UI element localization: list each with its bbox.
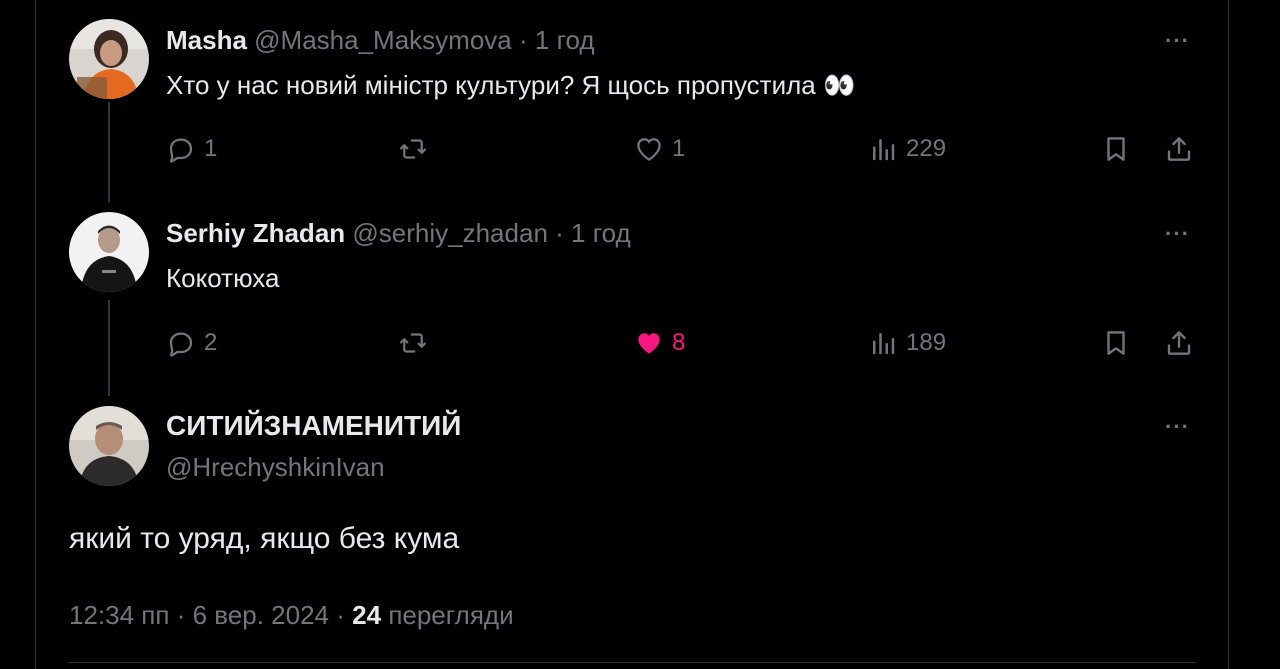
like-count: 8 xyxy=(672,329,686,356)
author-handle[interactable]: @serhiy_zhadan xyxy=(352,218,548,248)
tweet-date[interactable]: 6 вер. 2024 xyxy=(193,600,329,630)
avatar[interactable] xyxy=(69,406,149,486)
conversation-column: Masha @Masha_Maksymova · 1 год ··· Хто у… xyxy=(35,0,1229,669)
tweet-header: Serhiy Zhadan @serhiy_zhadan · 1 год xyxy=(166,218,631,249)
repost-icon xyxy=(398,134,428,164)
author-handle[interactable]: @Masha_Maksymova xyxy=(254,25,512,55)
heart-filled-icon xyxy=(634,328,664,358)
more-options-icon[interactable]: ··· xyxy=(1165,221,1190,247)
author-name[interactable]: Serhiy Zhadan xyxy=(166,218,345,248)
share-action[interactable] xyxy=(1164,134,1194,164)
tweet-header: Masha @Masha_Maksymova · 1 год xyxy=(166,25,595,56)
tweet-text: Хто у нас новий міністр культури? Я щось… xyxy=(166,70,856,100)
heart-icon xyxy=(634,134,664,164)
timestamp[interactable]: 1 год xyxy=(571,218,631,248)
repost-action[interactable] xyxy=(398,328,436,358)
bookmark-action[interactable] xyxy=(1101,134,1131,164)
like-count: 1 xyxy=(672,135,686,162)
author-name[interactable]: СИТИЙЗНАМЕНИТИЙ xyxy=(166,410,461,442)
share-icon xyxy=(1164,134,1194,164)
views-count: 229 xyxy=(906,135,947,162)
views-count: 189 xyxy=(906,329,947,356)
reply-icon xyxy=(166,134,196,164)
like-action[interactable]: 1 xyxy=(634,134,685,164)
share-icon xyxy=(1164,328,1194,358)
reply-icon xyxy=(166,328,196,358)
separator-dot: · xyxy=(176,600,186,630)
separator-dot: · xyxy=(336,600,345,630)
separator-dot: · xyxy=(518,25,528,55)
thread-line xyxy=(108,102,110,202)
bookmark-icon xyxy=(1101,328,1131,358)
bookmark-action[interactable] xyxy=(1101,328,1131,358)
share-action[interactable] xyxy=(1164,328,1194,358)
views-icon xyxy=(868,328,898,358)
thread-line xyxy=(108,300,110,396)
views-icon xyxy=(868,134,898,164)
tweet-text: Кокотюха xyxy=(166,263,280,293)
reply-action[interactable]: 2 xyxy=(166,328,217,358)
views-action[interactable]: 229 xyxy=(868,134,946,164)
reply-action[interactable]: 1 xyxy=(166,134,217,164)
avatar[interactable] xyxy=(69,212,149,292)
more-options-icon[interactable]: ··· xyxy=(1165,414,1190,440)
tweet-time[interactable]: 12:34 пп xyxy=(69,600,169,630)
timestamp[interactable]: 1 год xyxy=(535,25,595,55)
more-options-icon[interactable]: ··· xyxy=(1165,28,1190,54)
avatar[interactable] xyxy=(69,19,149,99)
repost-action[interactable] xyxy=(398,134,436,164)
reply-count: 2 xyxy=(204,329,218,356)
bookmark-icon xyxy=(1101,134,1131,164)
tweet-timestamp-line: 12:34 пп · 6 вер. 2024 · 24 перегляди xyxy=(69,600,514,631)
author-name[interactable]: Masha xyxy=(166,25,247,55)
views-action[interactable]: 189 xyxy=(868,328,946,358)
views-count: 24 xyxy=(352,600,382,630)
tweet-text: який то уряд, якщо без кума xyxy=(69,522,460,555)
like-action[interactable]: 8 xyxy=(634,328,685,358)
separator-dot: · xyxy=(555,218,564,248)
repost-icon xyxy=(398,328,428,358)
views-label: перегляди xyxy=(388,600,514,630)
reply-count: 1 xyxy=(204,135,218,162)
author-handle[interactable]: @HrechyshkinIvan xyxy=(166,452,385,483)
divider xyxy=(69,662,1195,663)
